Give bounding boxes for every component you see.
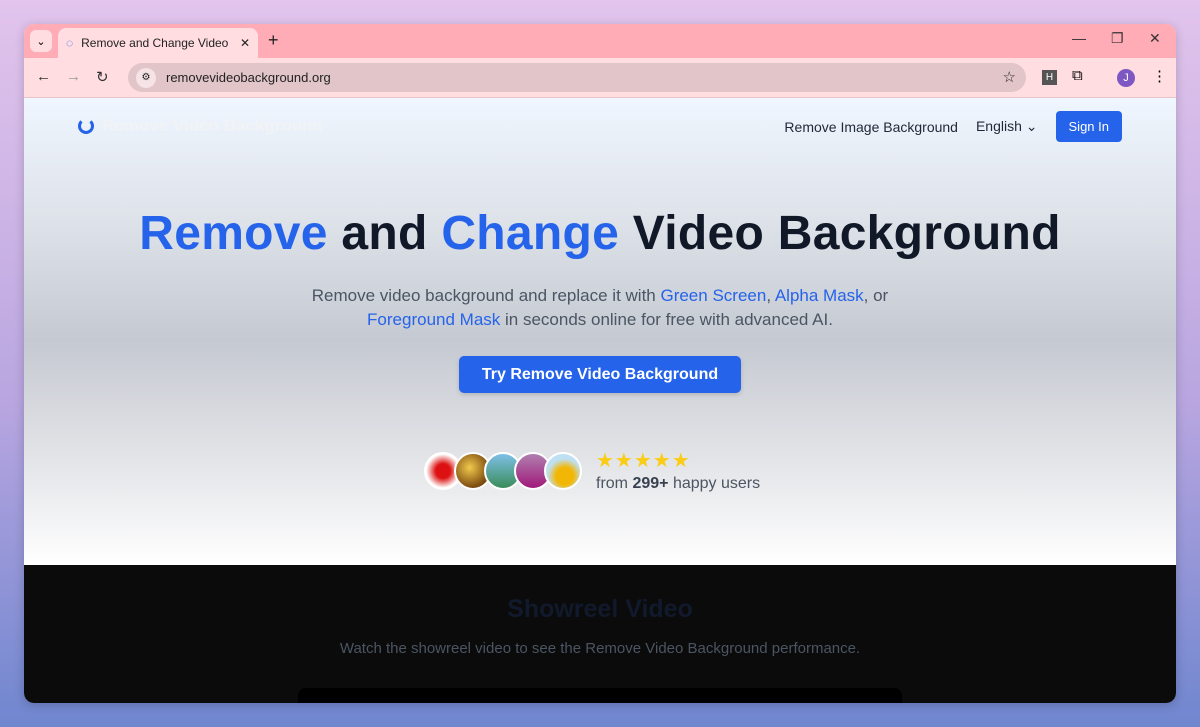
title-part: Remove (139, 207, 328, 260)
minimize-button[interactable]: — (1072, 30, 1086, 46)
site-logo[interactable]: Remove Video Background (78, 116, 323, 136)
browser-window: ⌄ ◌ Remove and Change Video Background ✕… (24, 24, 1176, 703)
hero-subtitle: Remove video background and replace it w… (294, 284, 906, 332)
rating-stars-icon: ★★★★★ (596, 450, 691, 472)
bookmark-star-icon[interactable]: ☆ (1003, 68, 1016, 86)
language-select[interactable]: English ⌄ (976, 118, 1038, 135)
page-title: Remove and Change Video Background (24, 206, 1176, 261)
sub-text: in seconds online for free with advanced… (500, 310, 833, 329)
menu-kebab-icon[interactable]: ⋮ (1152, 67, 1167, 85)
tab-bar: ⌄ ◌ Remove and Change Video Background ✕… (24, 24, 1176, 58)
new-tab-button[interactable]: + (268, 30, 279, 51)
users-count: 299+ (632, 475, 669, 492)
social-proof: ★★★★★ from 299+ happy users (424, 448, 760, 493)
hero-section: Remove Video Background Remove Image Bac… (24, 98, 1176, 565)
foreground-mask-link[interactable]: Foreground Mask (367, 310, 500, 329)
green-screen-link[interactable]: Green Screen (660, 286, 766, 305)
showreel-description: Watch the showreel video to see the Remo… (339, 640, 861, 657)
users-text: from (596, 475, 633, 492)
try-remove-video-background-button[interactable]: Try Remove Video Background (459, 356, 741, 393)
language-label: English (975, 118, 1022, 134)
user-avatar (544, 451, 582, 490)
logo-icon (78, 118, 94, 134)
toolbar: ← → ↻ ⚙ removevideobackground.org ☆ H ⧉ … (24, 58, 1176, 98)
sub-text: , (766, 286, 775, 305)
extensions-puzzle-icon[interactable]: ⧉ (1072, 67, 1083, 84)
nav-remove-image-background[interactable]: Remove Image Background (784, 119, 958, 135)
restore-button[interactable]: ❐ (1111, 30, 1124, 47)
tab-active[interactable]: ◌ Remove and Change Video Background ✕ (58, 28, 258, 58)
reload-button[interactable]: ↻ (96, 68, 109, 86)
logo-text: Remove Video Background (102, 116, 323, 135)
close-window-button[interactable]: ✕ (1149, 30, 1161, 47)
happy-users-text: from 299+ happy users (596, 475, 760, 493)
page-content: Remove Video Background Remove Image Bac… (24, 98, 1176, 703)
title-part: Video Background (619, 207, 1061, 260)
url-text: removevideobackground.org (166, 70, 331, 85)
sub-text: , or (863, 286, 889, 305)
forward-button[interactable]: → (66, 68, 81, 85)
tab-title: Remove and Change Video Background (81, 36, 232, 50)
title-part: and (327, 207, 442, 260)
alpha-mask-link[interactable]: Alpha Mask (775, 286, 864, 305)
user-avatars (424, 451, 582, 490)
title-part: Change (441, 207, 620, 260)
address-bar[interactable]: ⚙ removevideobackground.org ☆ (128, 63, 1026, 92)
sign-in-button[interactable]: Sign In (1055, 111, 1122, 142)
close-tab-icon[interactable]: ✕ (240, 36, 250, 50)
back-button[interactable]: ← (36, 68, 51, 85)
extension-h-icon[interactable]: H (1042, 70, 1057, 85)
showreel-section: Showreel Video Watch the showreel video … (24, 565, 1176, 703)
tab-search-button[interactable]: ⌄ (30, 30, 52, 52)
chevron-down-icon: ⌄ (1025, 118, 1038, 134)
site-header: Remove Video Background Remove Image Bac… (24, 98, 1176, 154)
video-player[interactable] (298, 688, 902, 703)
users-text: happy users (668, 475, 761, 492)
favicon-icon: ◌ (66, 36, 74, 50)
site-info-icon[interactable]: ⚙ (136, 67, 156, 88)
showreel-title: Showreel Video (507, 595, 693, 623)
profile-avatar[interactable]: J (1117, 69, 1135, 87)
sub-text: Remove video background and replace it w… (311, 286, 661, 305)
